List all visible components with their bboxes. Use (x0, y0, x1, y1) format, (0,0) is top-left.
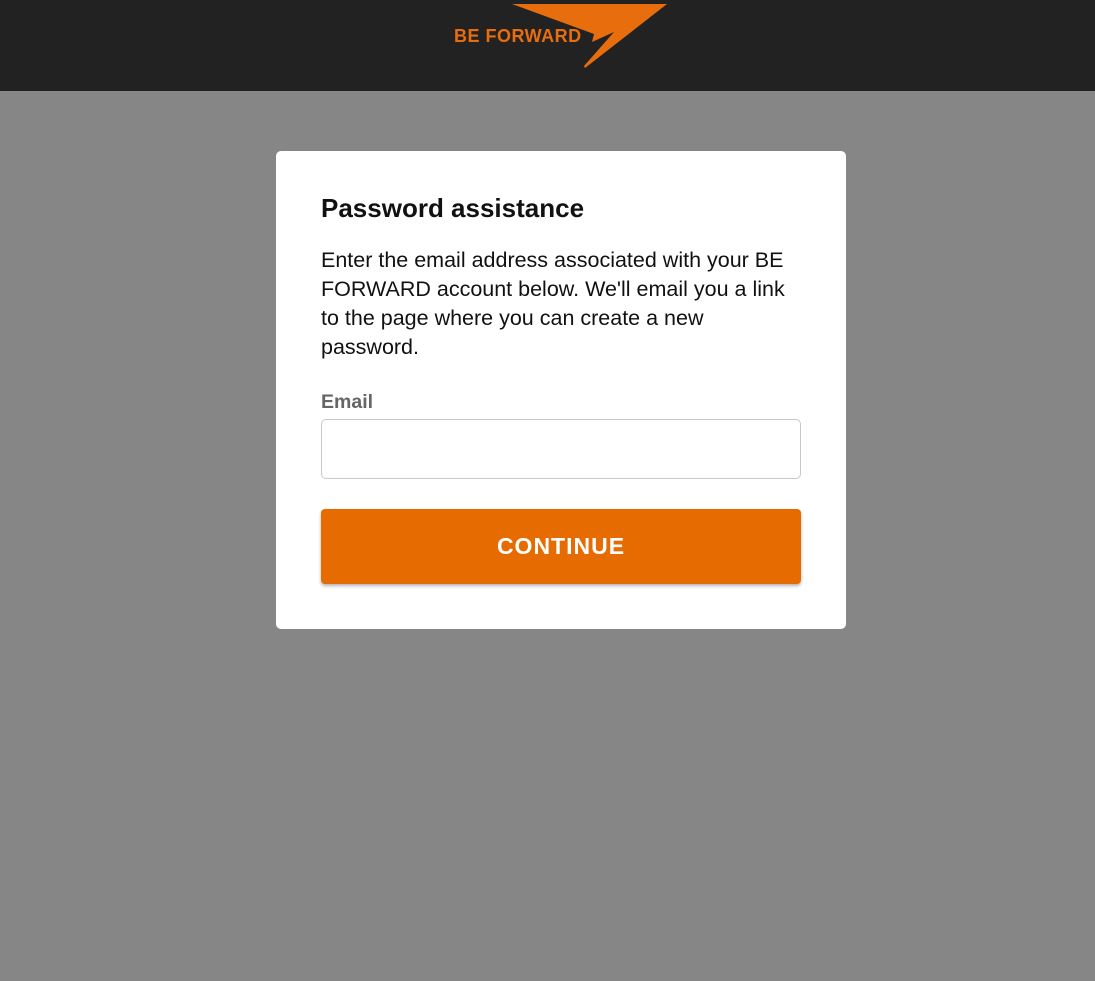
continue-button[interactable]: CONTINUE (321, 509, 801, 584)
be-forward-logo[interactable]: BE FORWARD (452, 4, 668, 70)
password-assistance-card: Password assistance Enter the email addr… (276, 151, 846, 629)
top-header-bar: BE FORWARD (0, 0, 1095, 91)
email-label: Email (321, 391, 374, 413)
page-title: Password assistance (321, 193, 585, 223)
logo-text: BE FORWARD (454, 26, 582, 46)
email-input[interactable] (321, 419, 801, 479)
instructions-text: Enter the email address associated with … (321, 248, 785, 359)
